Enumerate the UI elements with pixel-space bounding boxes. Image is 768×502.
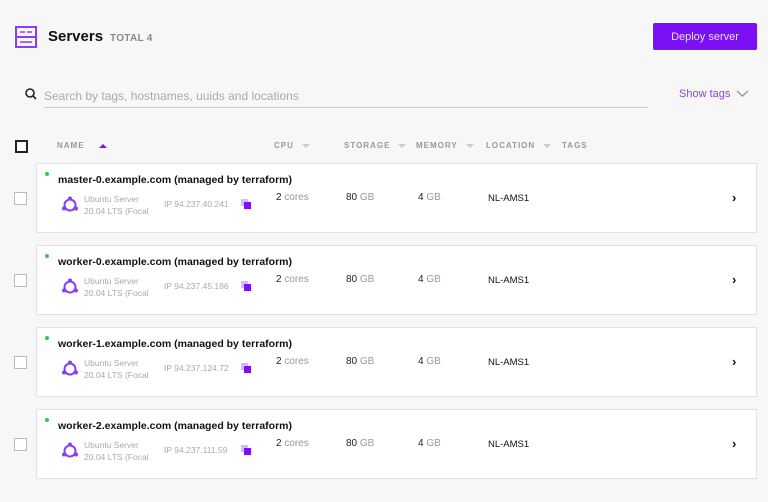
- server-name: worker-1.example.com (managed by terrafo…: [58, 338, 292, 350]
- sort-icon: [398, 143, 407, 148]
- os-info: Ubuntu Server 20.04 LTS (Focal: [84, 275, 149, 299]
- column-name[interactable]: NAME: [57, 141, 107, 150]
- memory-value: 4 GB: [418, 274, 441, 285]
- memory-value: 4 GB: [418, 356, 441, 367]
- server-name: master-0.example.com (managed by terrafo…: [58, 174, 292, 186]
- storage-value: 80 GB: [346, 274, 375, 285]
- ip-address: IP 94.237.40.241: [164, 199, 229, 209]
- os-version: 20.04 LTS (Focal: [84, 370, 149, 380]
- page-title: Servers: [48, 28, 104, 45]
- table-row[interactable]: worker-1.example.com (managed by terrafo…: [36, 327, 757, 397]
- ip-address: IP 94.237.45.186: [164, 281, 229, 291]
- chevron-down-icon[interactable]: [736, 90, 749, 98]
- column-label: NAME: [57, 141, 85, 150]
- os-version: 20.04 LTS (Focal: [84, 206, 149, 216]
- ubuntu-icon: [62, 360, 78, 376]
- chevron-right-icon[interactable]: ›: [732, 190, 736, 205]
- ubuntu-icon: [62, 196, 78, 212]
- cpu-value: 2 cores: [276, 274, 309, 285]
- cpu-value: 2 cores: [276, 192, 309, 203]
- column-memory[interactable]: MEMORY: [416, 141, 474, 150]
- server-name: worker-2.example.com (managed by terrafo…: [58, 420, 292, 432]
- location-value: NL-AMS1: [488, 193, 530, 204]
- column-label: MEMORY: [416, 141, 458, 150]
- column-label: CPU: [274, 141, 294, 150]
- storage-value: 80 GB: [346, 192, 375, 203]
- status-running-icon: [45, 418, 49, 422]
- chevron-right-icon[interactable]: ›: [732, 354, 736, 369]
- os-info: Ubuntu Server 20.04 LTS (Focal: [84, 357, 149, 381]
- ubuntu-icon: [62, 278, 78, 294]
- copy-icon[interactable]: [241, 363, 251, 373]
- copy-icon[interactable]: [241, 199, 251, 209]
- sort-icon: [465, 143, 474, 148]
- location-value: NL-AMS1: [488, 439, 530, 450]
- memory-value: 4 GB: [418, 438, 441, 449]
- column-label: STORAGE: [344, 141, 391, 150]
- os-version: 20.04 LTS (Focal: [84, 288, 149, 298]
- sort-icon: [543, 143, 552, 148]
- copy-icon[interactable]: [241, 445, 251, 455]
- table-row[interactable]: worker-0.example.com (managed by terrafo…: [36, 245, 757, 315]
- status-running-icon: [45, 254, 49, 258]
- os-name: Ubuntu Server: [84, 440, 139, 450]
- show-tags-link[interactable]: Show tags: [679, 88, 730, 100]
- os-version: 20.04 LTS (Focal: [84, 452, 149, 462]
- os-name: Ubuntu Server: [84, 194, 139, 204]
- row-checkbox[interactable]: [14, 274, 27, 287]
- table-row[interactable]: master-0.example.com (managed by terrafo…: [36, 163, 757, 233]
- row-checkbox[interactable]: [14, 192, 27, 205]
- column-cpu[interactable]: CPU: [274, 141, 310, 150]
- column-storage[interactable]: STORAGE: [344, 141, 407, 150]
- sort-asc-icon: [98, 143, 107, 148]
- os-info: Ubuntu Server 20.04 LTS (Focal: [84, 193, 149, 217]
- table-row[interactable]: worker-2.example.com (managed by terrafo…: [36, 409, 757, 479]
- location-value: NL-AMS1: [488, 357, 530, 368]
- search-input[interactable]: [44, 84, 648, 108]
- server-name: worker-0.example.com (managed by terrafo…: [58, 256, 292, 268]
- chevron-right-icon[interactable]: ›: [732, 436, 736, 451]
- column-label: LOCATION: [486, 141, 536, 150]
- storage-value: 80 GB: [346, 438, 375, 449]
- status-running-icon: [45, 336, 49, 340]
- column-tags: TAGS: [562, 141, 588, 150]
- status-running-icon: [45, 172, 49, 176]
- os-name: Ubuntu Server: [84, 358, 139, 368]
- select-all-checkbox[interactable]: [15, 140, 28, 153]
- os-info: Ubuntu Server 20.04 LTS (Focal: [84, 439, 149, 463]
- ubuntu-icon: [62, 442, 78, 458]
- total-count: TOTAL 4: [110, 33, 153, 44]
- row-checkbox[interactable]: [14, 356, 27, 369]
- chevron-right-icon[interactable]: ›: [732, 272, 736, 287]
- cpu-value: 2 cores: [276, 356, 309, 367]
- copy-icon[interactable]: [241, 281, 251, 291]
- column-location[interactable]: LOCATION: [486, 141, 552, 150]
- ip-address: IP 94.237.124.72: [164, 363, 229, 373]
- ip-address: IP 94.237.111.59: [164, 445, 228, 455]
- cpu-value: 2 cores: [276, 438, 309, 449]
- servers-icon: [15, 26, 37, 48]
- sort-icon: [301, 143, 310, 148]
- memory-value: 4 GB: [418, 192, 441, 203]
- row-checkbox[interactable]: [14, 438, 27, 451]
- search-icon: [25, 88, 37, 100]
- deploy-server-button[interactable]: Deploy server: [653, 23, 757, 50]
- location-value: NL-AMS1: [488, 275, 530, 286]
- os-name: Ubuntu Server: [84, 276, 139, 286]
- storage-value: 80 GB: [346, 356, 375, 367]
